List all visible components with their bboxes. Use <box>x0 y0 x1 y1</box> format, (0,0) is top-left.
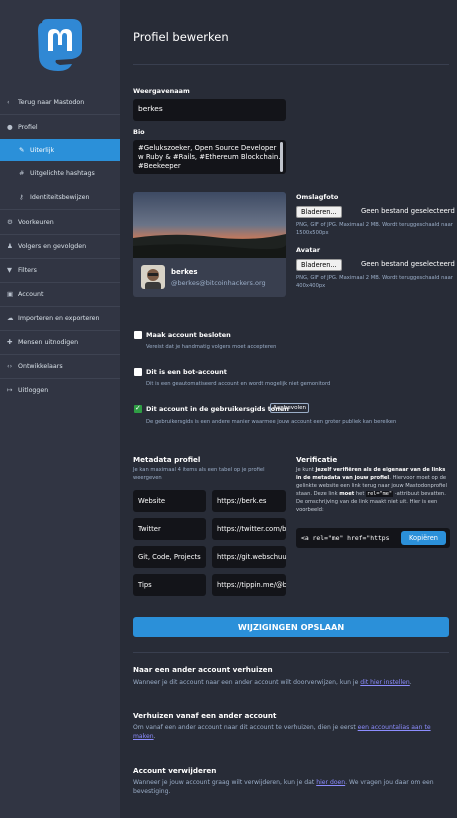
bio-label: Bio <box>133 128 145 136</box>
sidebar-item-appearance[interactable]: ✎ Uiterlijk <box>0 139 120 161</box>
sidebar-item-back[interactable]: ‹ Terug naar Mastodon <box>0 91 120 113</box>
sidebar-item-label: Identiteitsbewijzen <box>30 193 90 201</box>
main-content: Profiel bewerken Weergavenaam berkes Bio… <box>120 0 457 818</box>
delete-link[interactable]: hier doen <box>316 779 345 786</box>
metadata-key-input[interactable]: Git, Code, Projects <box>133 546 206 568</box>
sidebar-item-label: Uitgelichte hashtags <box>30 169 95 177</box>
sidebar-item-account[interactable]: ▣ Account <box>0 283 120 305</box>
discoverable-label[interactable]: Dit account in de gebruikersgids tonen <box>146 405 289 413</box>
key-icon: ⚷ <box>19 193 24 201</box>
delete-text: Wanneer je jouw account graag wilt verwi… <box>133 779 434 795</box>
pencil-icon: ✎ <box>19 146 25 154</box>
user-plus-icon: ✚ <box>7 338 13 346</box>
header-browse-button[interactable]: Bladeren... <box>296 206 342 218</box>
metadata-value-input[interactable]: https://twitter.com/berkes <box>212 518 286 540</box>
sidebar-item-label: Uiterlijk <box>30 146 55 154</box>
chevron-left-icon: ‹ <box>7 98 10 106</box>
page-title: Profiel bewerken <box>133 30 229 44</box>
header-hint: PNG, GIF of JPG. Maximaal 2 MB. Wordt te… <box>296 222 453 236</box>
bot-label[interactable]: Dit is een bot-account <box>146 368 227 376</box>
header-file-status: Geen bestand geselecteerd <box>361 207 455 215</box>
hashtag-icon: # <box>19 169 25 177</box>
sidebar-item-featured-hashtags[interactable]: # Uitgelichte hashtags <box>0 162 120 184</box>
sidebar-item-label: Filters <box>18 266 37 274</box>
bot-hint: Dit is een geautomatiseerd account en wo… <box>146 381 331 387</box>
sidebar-item-label: Mensen uitnodigen <box>18 338 79 346</box>
filter-icon: ▼ <box>7 266 12 274</box>
migrate-title: Naar een ander account verhuizen <box>133 665 273 674</box>
sidebar-item-label: Account <box>18 290 44 298</box>
sidebar-item-profile[interactable]: ● Profiel <box>0 116 120 138</box>
discoverable-checkbox[interactable] <box>134 404 142 413</box>
cloud-icon: ☁ <box>7 314 14 322</box>
avatar-label: Avatar <box>296 246 321 254</box>
migrate-link[interactable]: dit hier instellen <box>360 679 410 686</box>
verification-title: Verificatie <box>296 455 338 464</box>
avatar-hint: PNG, GIF of JPG. Maximaal 2 MB. Wordt te… <box>296 275 453 289</box>
header-label: Omslagfoto <box>296 193 339 201</box>
users-icon: ♟ <box>7 242 13 250</box>
profile-preview-card: berkes @berkes@bitcoinhackers.org <box>133 192 286 297</box>
save-button[interactable]: WIJZIGINGEN OPSLAAN <box>133 617 449 637</box>
metadata-hint: Je kan maximaal 4 items als een tabel op… <box>133 467 265 481</box>
sidebar-item-relationships[interactable]: ♟ Volgers en gevolgden <box>0 235 120 257</box>
display-name-input[interactable]: berkes <box>133 99 286 121</box>
discoverable-hint: De gebruikersgids is een andere manier w… <box>146 419 397 425</box>
locked-hint: Vereist dat je handmatig volgers moet ac… <box>146 344 277 350</box>
preview-handle: @berkes@bitcoinhackers.org <box>171 279 266 287</box>
sidebar-item-invites[interactable]: ✚ Mensen uitnodigen <box>0 331 120 353</box>
avatar-browse-button[interactable]: Bladeren... <box>296 259 342 271</box>
sidebar-item-label: Importeren en exporteren <box>18 314 100 322</box>
sidebar-item-filters[interactable]: ▼ Filters <box>0 259 120 281</box>
move-from-text: Om vanaf een ander account naar dit acco… <box>133 724 431 740</box>
metadata-key-input[interactable]: Website <box>133 490 206 512</box>
avatar-file-status: Geen bestand geselecteerd <box>361 260 455 268</box>
metadata-value-input[interactable]: https://git.webschuur.com <box>212 546 286 568</box>
lock-icon: ▣ <box>7 290 14 298</box>
divider <box>133 64 449 65</box>
sidebar-item-label: Terug naar Mastodon <box>18 98 85 106</box>
sidebar-item-import-export[interactable]: ☁ Importeren en exporteren <box>0 307 120 329</box>
display-name-label: Weergavenaam <box>133 87 190 95</box>
sidebar-item-logout[interactable]: ↦ Uitloggen <box>0 379 120 401</box>
avatar <box>141 265 165 289</box>
bio-textarea[interactable]: #Gelukszoeker, Open Source Developer w R… <box>133 140 286 174</box>
locked-checkbox[interactable] <box>134 331 142 339</box>
metadata-value-input[interactable]: https://tippin.me/@berkes <box>212 574 286 596</box>
sign-out-icon: ↦ <box>7 386 13 394</box>
sidebar-item-label: Voorkeuren <box>18 218 54 226</box>
verification-code[interactable]: <a rel="me" href="https://bitcoinhackers… <box>301 534 391 542</box>
mastodon-logo[interactable] <box>36 19 84 71</box>
divider <box>133 652 449 653</box>
gear-icon: ⚙ <box>7 218 13 226</box>
metadata-key-input[interactable]: Tips <box>133 574 206 596</box>
delete-title: Account verwijderen <box>133 766 217 775</box>
user-icon: ● <box>7 123 13 131</box>
move-from-title: Verhuizen vanaf een ander account <box>133 711 277 720</box>
sidebar-item-label: Volgers en gevolgden <box>18 242 87 250</box>
migrate-text: Wanneer je dit account naar een ander ac… <box>133 679 412 686</box>
sidebar-item-label: Profiel <box>18 123 38 131</box>
recommended-badge: Aanbevolen <box>270 403 310 413</box>
header-image <box>133 192 286 258</box>
sidebar-item-identity-proofs[interactable]: ⚷ Identiteitsbewijzen <box>0 186 120 208</box>
sidebar-item-developers[interactable]: ‹› Ontwikkelaars <box>0 355 120 377</box>
metadata-key-input[interactable]: Twitter <box>133 518 206 540</box>
copy-button[interactable]: Kopiëren <box>401 531 446 545</box>
verification-text: Je kunt jezelf verifiëren als de eigenaa… <box>296 467 447 513</box>
locked-label[interactable]: Maak account besloten <box>146 331 231 339</box>
code-icon: ‹› <box>7 362 13 370</box>
sidebar-item-label: Uitloggen <box>18 386 49 394</box>
divider <box>0 209 120 210</box>
verification-code-box: <a rel="me" href="https://bitcoinhackers… <box>296 528 450 548</box>
metadata-value-input[interactable]: https://berk.es <box>212 490 286 512</box>
preview-display-name: berkes <box>171 268 198 276</box>
metadata-title: Metadata profiel <box>133 455 201 464</box>
bio-scrollbar[interactable] <box>280 142 283 172</box>
sidebar: ‹ Terug naar Mastodon ● Profiel ✎ Uiterlijk… <box>0 0 120 818</box>
bot-checkbox[interactable] <box>134 368 142 376</box>
sidebar-item-label: Ontwikkelaars <box>18 362 63 370</box>
divider <box>0 114 120 115</box>
sidebar-item-preferences[interactable]: ⚙ Voorkeuren <box>0 211 120 233</box>
